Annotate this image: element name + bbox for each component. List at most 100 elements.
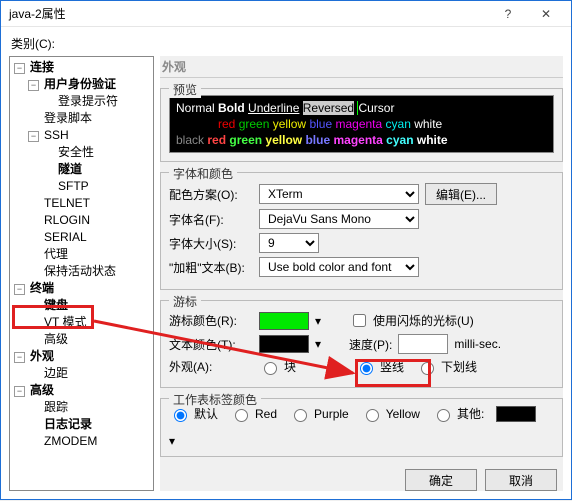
fontsize-label: 字体大小(S): (169, 235, 253, 252)
tree-appearance[interactable]: 外观 (28, 349, 56, 363)
ws-red-radio[interactable] (235, 409, 248, 422)
pv-magenta: magenta (335, 117, 382, 131)
pv-cyan: cyan (386, 117, 411, 131)
dropdown-icon[interactable]: ▾ (169, 434, 175, 448)
pv-black2: black (176, 133, 204, 147)
dropdown-icon[interactable]: ▾ (315, 314, 321, 328)
ws-purple-label: Purple (314, 407, 349, 421)
tree-terminal-adv[interactable]: 高级 (42, 332, 70, 346)
tree-connection[interactable]: 连接 (28, 60, 56, 74)
speed-label: 速度(P): (349, 336, 392, 353)
cursor-color-swatch[interactable] (259, 312, 309, 330)
fontsize-select[interactable]: 9 (259, 233, 319, 253)
ws-other-swatch[interactable] (496, 406, 536, 422)
window-title: java-2属性 (7, 5, 489, 22)
pv-bold: Bold (218, 101, 245, 115)
ws-legend: 工作表标签颜色 (169, 391, 261, 408)
boldtext-label: "加粗"文本(B): (169, 259, 253, 276)
fontname-select[interactable]: DejaVu Sans Mono (259, 209, 419, 229)
title-bar: java-2属性 ? ✕ (1, 1, 571, 27)
tree-proxy[interactable]: 代理 (42, 247, 70, 261)
shape-block-radio[interactable] (264, 362, 277, 375)
tree-login-prompt[interactable]: 登录提示符 (56, 94, 120, 108)
shape-vline-label: 竖线 (380, 358, 404, 375)
speed-unit: milli-sec. (454, 337, 501, 351)
expand-icon[interactable]: − (14, 63, 25, 74)
panel-title: 外观 (160, 56, 563, 78)
blink-label: 使用闪烁的光标(U) (373, 312, 474, 329)
cursor-group: 游标 游标颜色(R): ▾ 使用闪烁的光标(U) 文本颜色(T): ▾ 速度(P… (160, 300, 563, 388)
cursor-legend: 游标 (169, 293, 201, 310)
category-tree[interactable]: −连接 −用户身份验证 登录提示符 登录脚本 −SSH 安全性 隧道 (9, 56, 154, 491)
edit-scheme-button[interactable]: 编辑(E)... (425, 183, 497, 205)
expand-icon[interactable]: − (14, 386, 25, 397)
speed-input[interactable] (398, 334, 448, 354)
ws-other-radio[interactable] (437, 409, 450, 422)
preview-legend: 预览 (169, 81, 201, 98)
boldtext-select[interactable]: Use bold color and font (259, 257, 419, 277)
tree-terminal[interactable]: 终端 (28, 281, 56, 295)
category-label: 类别(C): (11, 35, 563, 52)
tree-log[interactable]: 日志记录 (42, 417, 94, 431)
tree-rlogin[interactable]: RLOGIN (42, 213, 92, 227)
dialog-footer: 确定 取消 (160, 461, 563, 491)
pv-normal: Normal (176, 101, 215, 115)
cancel-button[interactable]: 取消 (485, 469, 557, 491)
scheme-label: 配色方案(O): (169, 186, 253, 203)
preview-box: Normal Bold Underline Reversed Cursor re… (169, 95, 554, 153)
ws-yellow-label: Yellow (386, 407, 420, 421)
worksheet-group: 工作表标签颜色 默认 Red Purple Yellow 其他: ▾ (160, 398, 563, 457)
pv-yellow2: yellow (265, 133, 302, 147)
ws-default-radio[interactable] (174, 409, 187, 422)
scheme-select[interactable]: XTerm (259, 184, 419, 204)
pv-magenta2: magenta (333, 133, 382, 147)
pv-cyan2: cyan (386, 133, 413, 147)
tree-advanced[interactable]: 高级 (28, 383, 56, 397)
dialog-body: 类别(C): −连接 −用户身份验证 登录提示符 登录脚本 −SSH (1, 27, 571, 499)
fontname-label: 字体名(F): (169, 211, 253, 228)
ws-purple-radio[interactable] (294, 409, 307, 422)
tree-trace[interactable]: 跟踪 (42, 400, 70, 414)
shape-vline-radio[interactable] (360, 362, 373, 375)
text-color-swatch[interactable] (259, 335, 309, 353)
dialog-window: { "title": "java-2属性", "category_label":… (0, 0, 572, 500)
dropdown-icon[interactable]: ▾ (315, 337, 321, 351)
tree-security[interactable]: 安全性 (56, 145, 96, 159)
tree-vtmode[interactable]: VT 模式 (42, 315, 88, 329)
pv-reversed: Reversed (303, 101, 354, 115)
expand-icon[interactable]: − (14, 352, 25, 363)
shape-uline-radio[interactable] (421, 362, 434, 375)
tree-tunnel[interactable]: 隧道 (56, 162, 84, 176)
pv-green: green (239, 117, 270, 131)
preview-group: 预览 Normal Bold Underline Reversed Cursor… (160, 88, 563, 162)
expand-icon[interactable]: − (28, 131, 39, 142)
pv-cursor: Cursor (358, 101, 394, 115)
close-button[interactable]: ✕ (527, 3, 565, 25)
tree-sftp[interactable]: SFTP (56, 179, 91, 193)
help-button[interactable]: ? (489, 3, 527, 25)
tree-zmodem[interactable]: ZMODEM (42, 434, 99, 448)
font-color-group: 字体和颜色 配色方案(O): XTerm 编辑(E)... 字体名(F): De… (160, 172, 563, 290)
ws-other-label: 其他: (457, 405, 484, 422)
pv-blue2: blue (305, 133, 330, 147)
tree-keyboard[interactable]: 键盘 (42, 298, 70, 312)
pv-red: red (218, 117, 235, 131)
settings-panel: 外观 预览 Normal Bold Underline Reversed Cur… (160, 56, 563, 491)
tree-auth[interactable]: 用户身份验证 (42, 77, 118, 91)
pv-white: white (414, 117, 442, 131)
tree-telnet[interactable]: TELNET (42, 196, 92, 210)
pv-red2: red (207, 133, 226, 147)
shape-block-label: 块 (284, 358, 296, 375)
tree-login-script[interactable]: 登录脚本 (42, 111, 94, 125)
ws-yellow-radio[interactable] (366, 409, 379, 422)
ok-button[interactable]: 确定 (405, 469, 477, 491)
tree-ssh[interactable]: SSH (42, 128, 71, 142)
blink-checkbox[interactable] (353, 314, 366, 327)
tree-keepalive[interactable]: 保持活动状态 (42, 264, 118, 278)
tree-serial[interactable]: SERIAL (42, 230, 89, 244)
expand-icon[interactable]: − (14, 284, 25, 295)
expand-icon[interactable]: − (28, 80, 39, 91)
tree-margin[interactable]: 边距 (42, 366, 70, 380)
shape-uline-label: 下划线 (441, 358, 477, 375)
cursor-color-label: 游标颜色(R): (169, 312, 253, 329)
